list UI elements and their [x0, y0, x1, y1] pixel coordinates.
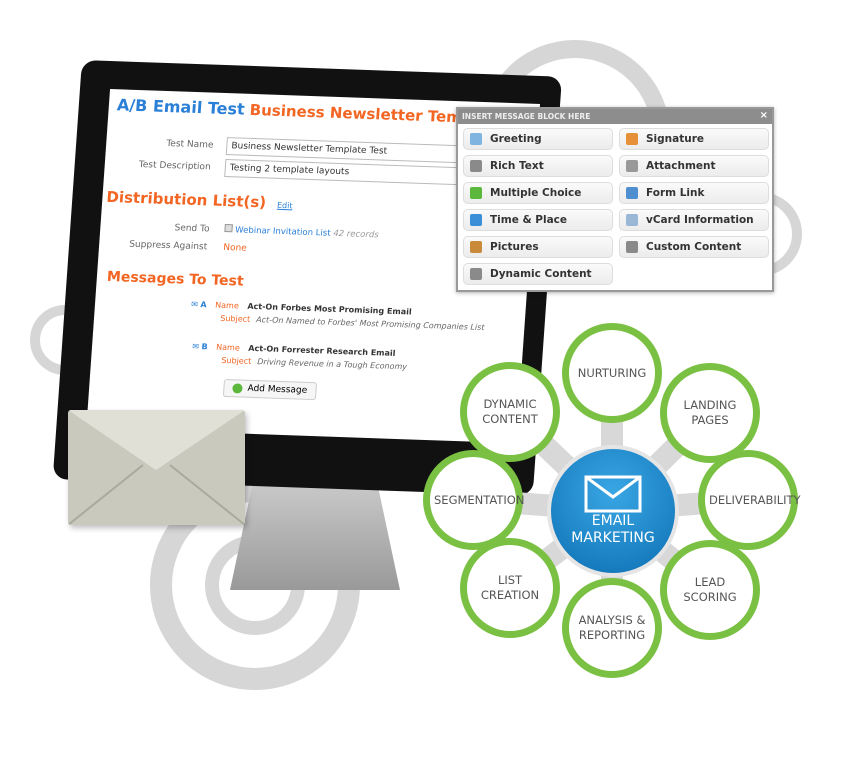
node-landing-pages: LANDING PAGES: [660, 363, 760, 463]
node-lead-scoring: LEAD SCORING: [660, 540, 760, 640]
node-list-creation: LIST CREATION: [460, 538, 560, 638]
email-marketing-hub: EMAIL MARKETING: [547, 445, 679, 577]
node-dynamic-content: DYNAMIC CONTENT: [460, 362, 560, 462]
node-nurturing: NURTURING: [562, 323, 662, 423]
node-analysis-reporting: ANALYSIS & REPORTING: [562, 578, 662, 678]
envelope-icon: [584, 475, 642, 512]
node-segmentation: SEGMENTATION: [423, 450, 524, 550]
node-deliverability: DELIVERABILITY: [698, 450, 801, 550]
